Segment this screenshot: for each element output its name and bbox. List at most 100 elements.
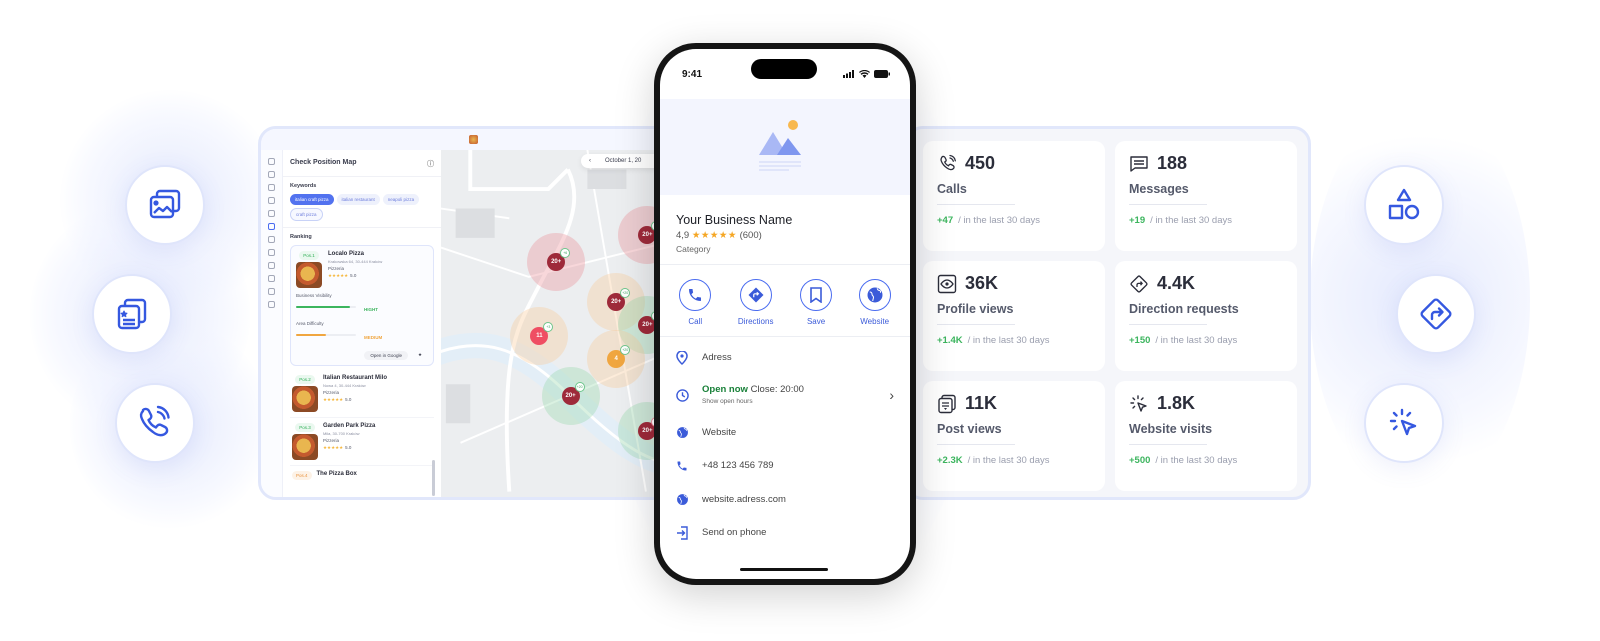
result-address: Krakowska 64, 30-444 Kraków [328,259,383,264]
chevron-right-icon[interactable]: › [889,387,894,403]
website-button[interactable]: Website [858,279,891,326]
result-card-selected[interactable]: Pos.1 Localo Pizza Krakowska 64, 30-444 … [290,245,434,366]
stat-label: Calls [937,182,967,196]
address-row[interactable]: Adress [660,341,910,375]
result-address: Miła, 30-700 Kraków [323,431,360,436]
posts-icon [938,394,956,413]
message-icon [1130,155,1148,172]
status-time: 9:41 [682,68,703,80]
photos-bubble [125,165,205,245]
stat-period: / in the last 30 days [1155,335,1238,346]
keywords-label: Keywords [290,183,317,189]
website-row[interactable]: Website [660,416,910,450]
stat-value: 11K [965,393,998,413]
date-label: October 1, 20 [605,158,642,164]
stat-card-website-visits[interactable]: 1.8K Website visits +500 / in the last 30… [1115,381,1297,491]
keyword-chip[interactable]: craft pizza [290,208,323,221]
directions-icon [1420,298,1452,330]
difficulty-bar [296,333,356,336]
result-category: Pizzeria [328,266,345,271]
stat-card-direction-requests[interactable]: 4.4K Direction requests +150 / in the las… [1115,261,1297,371]
directions-bubble [1396,274,1476,354]
phone-icon [689,289,702,301]
home-icon[interactable] [268,158,275,165]
stat-period: / in the last 30 days [1155,455,1238,466]
call-button[interactable]: Call [679,279,712,326]
share-icon[interactable] [268,288,275,295]
stat-card-profile-views[interactable]: 36K Profile views +1.4K / in the last 30 … [923,261,1105,371]
difficulty-value: MEDIUM [364,335,383,340]
prev-date-button[interactable]: ‹ [589,158,591,164]
stat-delta: +500 [1129,455,1151,466]
rating-stars: ★★★★★ [691,230,737,241]
stat-label: Messages [1129,182,1189,196]
clock-icon [676,388,689,402]
stat-value: 188 [1157,153,1188,173]
stat-value: 1.8K [1157,393,1196,413]
stats-panel: 450 Calls +47/ in the last 30 days 188 Me… [905,126,1311,500]
wifi-icon [859,70,870,78]
result-category: Pizzeria [323,390,340,395]
save-button[interactable]: Save [800,279,833,326]
stat-card-post-views[interactable]: 11K Post views +2.3K / in the last 30 day… [923,381,1105,491]
phone-mockup: 9:41 Your Business Name 4,9 ★★★★★ (600) … [654,43,916,585]
home-indicator[interactable] [740,568,828,571]
result-row[interactable]: Pos.2 Italian Restaurant Milo Nowa 4, 30-… [290,370,434,418]
chat-icon[interactable] [268,275,275,282]
stat-period: / in the last 30 days [958,215,1040,226]
stat-change: +47 / in the last 30 days [937,215,1091,226]
url-row[interactable]: website.adress.com [660,483,910,517]
directions-icon [748,287,764,303]
grid-icon[interactable] [268,301,275,308]
result-name: Garden Park Pizza [323,423,376,429]
result-category: Pizzeria [323,438,340,443]
document-icon[interactable] [268,236,275,243]
position-badge: Pos.3 [295,423,315,432]
close-time: Close: 20:00 [750,384,804,395]
star-icon[interactable]: ★ [412,350,428,360]
shapes-bubble [1364,165,1444,245]
result-row[interactable]: Pos.3 Garden Park Pizza Miła, 30-700 Krak… [290,418,434,466]
send-to-phone-row[interactable]: Send on phone [660,516,910,550]
inbox-icon[interactable] [268,171,275,178]
chart-icon[interactable] [268,184,275,191]
phone-screen: 9:41 Your Business Name 4,9 ★★★★★ (600) … [660,49,910,579]
keyword-chip[interactable]: neapoli pizza [382,194,420,205]
stat-delta: +19 [1129,215,1146,226]
scrollbar[interactable] [432,460,435,496]
stat-card-calls[interactable]: 450 Calls +47 / in the last 30 days [923,141,1105,251]
position-badge: Pos.1 [299,251,319,260]
keyword-chip[interactable]: italian restaurant [336,194,380,205]
stat-period: / in the last 30 days [967,455,1050,466]
result-row[interactable]: Pos.4 The Pizza Box [290,466,434,487]
calendar-icon[interactable] [268,197,275,204]
business-category: Category [676,244,711,254]
keyword-chip[interactable]: italian craft pizza [290,194,334,205]
stat-card-messages[interactable]: 188 Messages +19 / in the last 30 days [1115,141,1297,251]
call-bubble [115,383,195,463]
rank-change-badge: +6 [560,248,571,259]
table-icon[interactable] [268,262,275,269]
open-in-google-button[interactable]: Open in Google [364,350,408,360]
panel-title: Check Position Map [290,159,357,166]
nav-rail [261,150,283,497]
show-hours-link: Show open hours [702,398,753,405]
user-icon[interactable] [268,223,275,230]
position-map-window: Check Position Map ⓘ Keywords italian cra… [258,126,688,500]
award-icon[interactable] [268,210,275,217]
map-view[interactable]: ‹October 1, 20 20++620++620++2011+320++2… [441,150,685,497]
window-titlebar [261,129,685,149]
divider [1129,444,1207,445]
posts-bubble [92,274,172,354]
rank-change-badge: +3 [543,322,554,333]
visibility-value: HIGHT [364,307,378,312]
globe-icon [677,426,688,438]
phone-row[interactable]: +48 123 456 789 [660,449,910,483]
help-icon[interactable]: ⓘ [427,159,434,169]
copy-icon[interactable] [268,249,275,256]
directions-button[interactable]: Directions [738,279,773,326]
stat-change: +150 / in the last 30 days [1129,335,1283,346]
hours-row[interactable]: Open now Close: 20:00 Show open hours › [660,375,910,416]
stat-change: +1.4K / in the last 30 days [937,335,1091,346]
dynamic-island [751,59,817,79]
